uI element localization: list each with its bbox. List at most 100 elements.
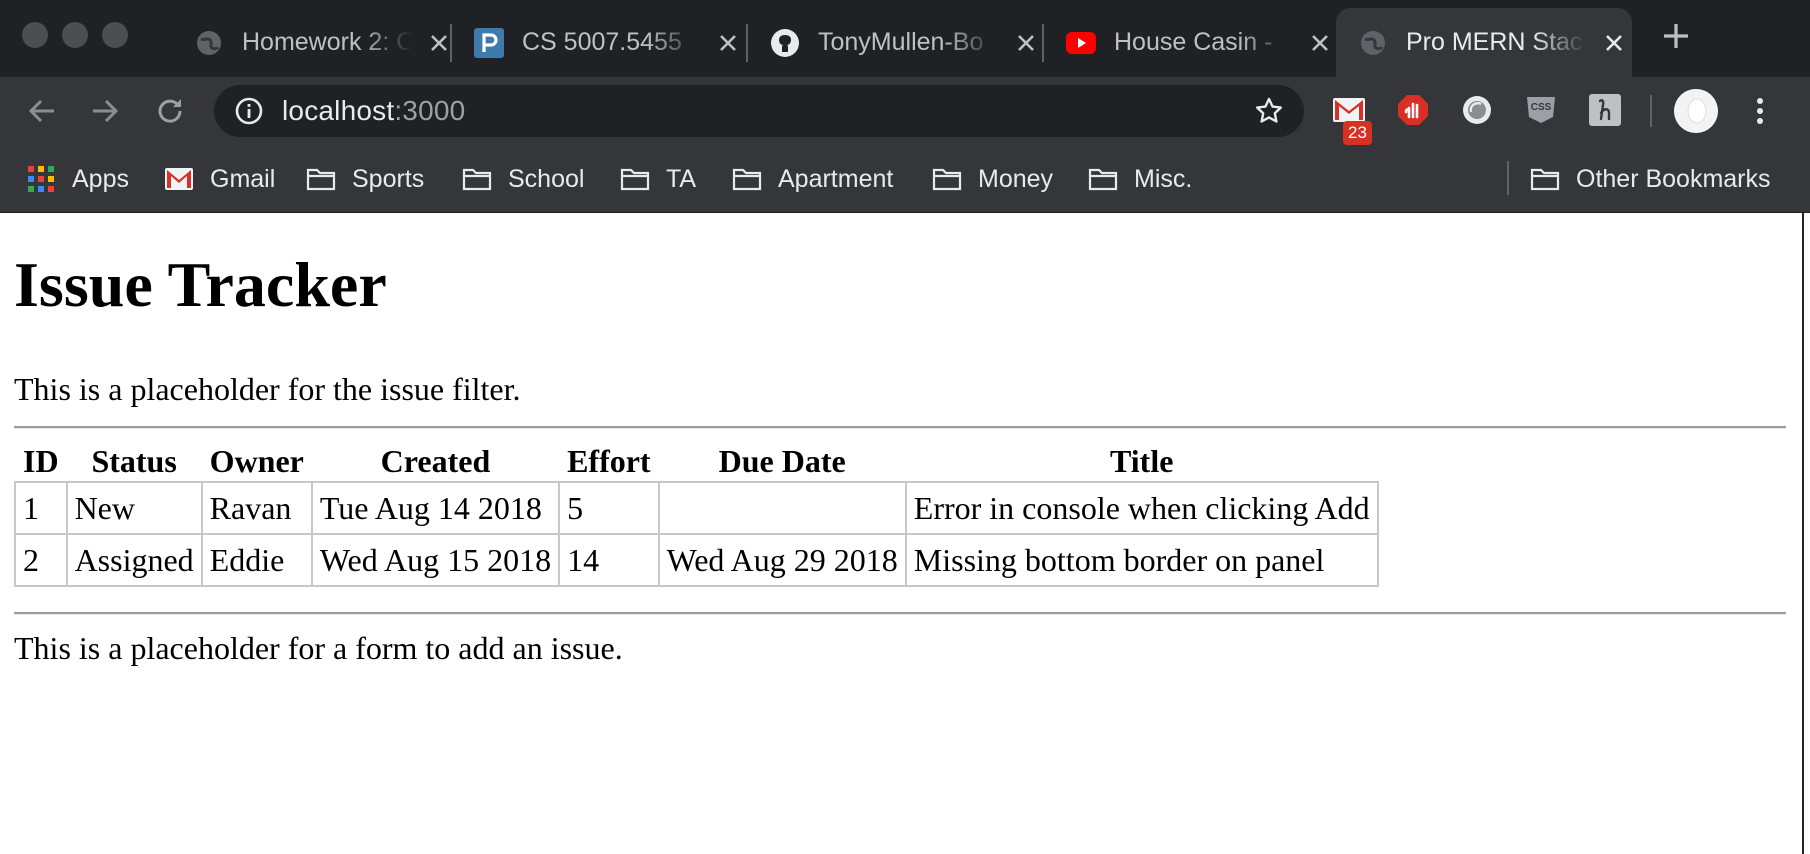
cell-owner: Ravan — [200, 481, 313, 535]
folder-icon — [620, 166, 650, 192]
cell-due-date — [657, 481, 907, 535]
cell-status: New — [65, 481, 203, 535]
folder-icon — [1530, 166, 1560, 192]
bookmark-label: Apps — [72, 164, 129, 193]
globe-icon — [1358, 28, 1388, 58]
column-header-title: Title — [1110, 442, 1174, 479]
dark-reader-extension-icon[interactable] — [1458, 91, 1496, 129]
table-row: 1 New Ravan Tue Aug 14 2018 5 Error in c… — [14, 481, 1379, 535]
chrome-divider — [0, 212, 1810, 213]
folder-icon — [462, 166, 492, 192]
browser-tab[interactable]: TonyMullen-Bo — [748, 8, 1043, 77]
tab-title: Homework 2: C — [242, 28, 412, 56]
divider — [14, 426, 1786, 429]
cell-created: Wed Aug 15 2018 — [310, 533, 561, 587]
bookmark-folder-apartment[interactable]: Apartment — [732, 161, 893, 197]
table-row: 2 Assigned Eddie Wed Aug 15 2018 14 Wed … — [14, 533, 1379, 587]
url-port: :3000 — [394, 95, 466, 126]
css-extension-icon[interactable]: CSS — [1522, 91, 1560, 129]
bookmark-folder-sports[interactable]: Sports — [306, 161, 424, 197]
browser-chrome: Homework 2: C CS 5007.5455 TonyMullen-Bo — [0, 0, 1810, 213]
unread-count-badge: 23 — [1343, 121, 1372, 145]
window-minimize-button[interactable] — [62, 22, 88, 48]
honey-extension-icon[interactable] — [1586, 91, 1624, 129]
cell-effort: 5 — [558, 481, 660, 535]
bookmark-folder-school[interactable]: School — [462, 161, 584, 197]
browser-tab-active[interactable]: Pro MERN Stac — [1336, 8, 1632, 77]
bookmark-label: Gmail — [210, 164, 276, 193]
back-button[interactable] — [24, 93, 60, 129]
cell-id: 2 — [14, 533, 68, 587]
cell-title: Error in console when clicking Add — [904, 481, 1379, 535]
bookmark-gmail[interactable]: Gmail — [164, 161, 275, 197]
close-icon[interactable] — [1012, 29, 1040, 57]
bookmark-folder-misc[interactable]: Misc. — [1088, 161, 1192, 197]
browser-menu-button[interactable] — [1746, 93, 1774, 129]
bookmark-label: Apartment — [778, 164, 894, 193]
svg-text:CSS: CSS — [1531, 102, 1552, 113]
reload-button[interactable] — [152, 93, 188, 129]
issue-table: ID Status Owner Created Effort Due Date … — [14, 441, 1379, 587]
folder-icon — [1088, 166, 1118, 192]
window-close-button[interactable] — [22, 22, 48, 48]
tab-title: TonyMullen-Bo — [818, 28, 984, 56]
bookmark-label: Misc. — [1134, 164, 1193, 193]
gmail-icon — [164, 166, 194, 192]
new-tab-button[interactable] — [1660, 20, 1692, 52]
forward-arrow-icon — [93, 99, 119, 123]
browser-toolbar: localhost:3000 23 CSS — [0, 77, 1810, 145]
tab-strip: Homework 2: C CS 5007.5455 TonyMullen-Bo — [0, 0, 1810, 77]
url-host: localhost — [282, 95, 395, 126]
bookmarks-separator — [1507, 161, 1509, 195]
table-header-row: ID Status Owner Created Effort Due Date … — [15, 441, 1378, 482]
url-text[interactable]: localhost:3000 — [282, 95, 465, 127]
adblock-extension-icon[interactable] — [1394, 91, 1432, 129]
bookmark-label: Sports — [352, 164, 425, 193]
browser-tab[interactable]: Homework 2: C — [172, 8, 452, 77]
youtube-icon — [1066, 28, 1096, 58]
folder-icon — [306, 166, 336, 192]
cell-id: 1 — [14, 481, 68, 535]
forward-button[interactable] — [87, 93, 123, 129]
address-bar[interactable]: localhost:3000 — [214, 85, 1304, 137]
bookmark-apps[interactable]: Apps — [26, 161, 129, 197]
cell-title: Missing bottom border on panel — [904, 533, 1379, 587]
globe-icon — [194, 28, 224, 58]
issue-filter-placeholder: This is a placeholder for the issue filt… — [14, 371, 521, 407]
more-vert-icon — [1757, 98, 1763, 124]
bookmark-folder-ta[interactable]: TA — [620, 161, 696, 197]
bookmark-label: Money — [978, 164, 1054, 193]
folder-icon — [732, 166, 762, 192]
window-zoom-button[interactable] — [102, 22, 128, 48]
bookmarks-bar: Apps Gmail Sports School TA Apartment Mo… — [0, 145, 1810, 213]
github-icon — [770, 28, 800, 58]
piazza-icon — [474, 27, 504, 58]
other-bookmarks[interactable]: Other Bookmarks — [1530, 161, 1771, 197]
profile-avatar[interactable] — [1674, 89, 1718, 133]
info-icon[interactable] — [234, 96, 264, 126]
folder-icon — [932, 166, 962, 192]
cell-due-date: Wed Aug 29 2018 — [657, 533, 907, 587]
tab-title: CS 5007.5455 — [522, 28, 682, 56]
bookmark-label: School — [508, 164, 585, 193]
tab-title: House Casin - — [1114, 28, 1273, 56]
column-header-id: ID — [23, 442, 59, 479]
close-icon[interactable] — [426, 29, 452, 57]
browser-tab[interactable]: CS 5007.5455 — [452, 8, 742, 77]
window-edge — [1802, 213, 1804, 854]
bookmark-folder-money[interactable]: Money — [932, 161, 1053, 197]
close-icon[interactable] — [1600, 29, 1628, 57]
column-header-owner: Owner — [209, 442, 304, 479]
column-header-created: Created — [380, 442, 491, 479]
browser-tab[interactable]: House Casin - — [1044, 8, 1334, 77]
close-icon[interactable] — [714, 29, 742, 57]
apps-grid-icon — [26, 166, 56, 192]
cell-status: Assigned — [65, 533, 203, 587]
bookmark-star-icon[interactable] — [1254, 96, 1284, 126]
column-header-due-date: Due Date — [718, 442, 846, 479]
close-icon[interactable] — [1306, 29, 1334, 57]
column-header-effort: Effort — [567, 442, 651, 479]
person-icon — [1674, 89, 1718, 133]
add-issue-placeholder: This is a placeholder for a form to add … — [14, 630, 623, 666]
page-title: Issue Tracker — [14, 249, 387, 320]
